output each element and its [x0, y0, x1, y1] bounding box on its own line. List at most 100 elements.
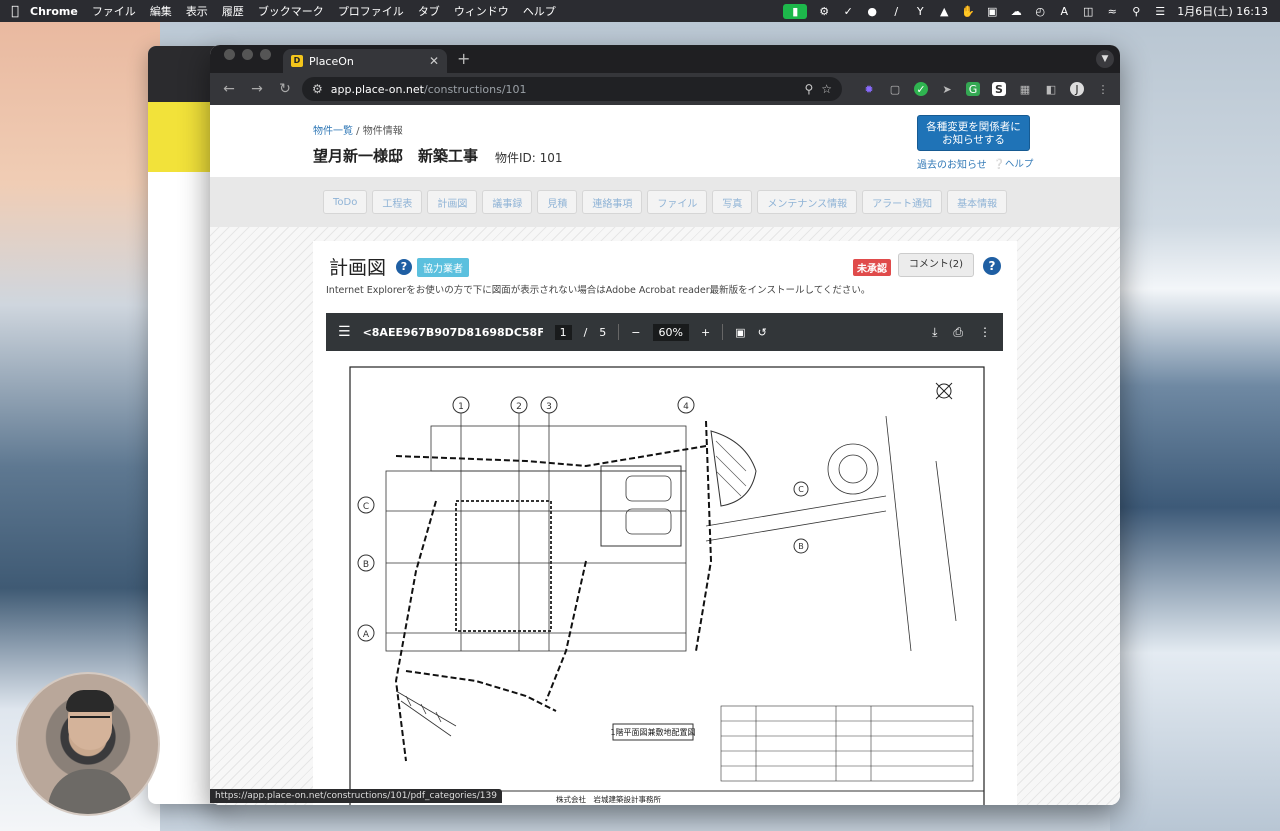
window-icon[interactable]: ▣: [985, 5, 999, 18]
extension-purple-icon[interactable]: ✹: [862, 82, 876, 96]
menubar-tab[interactable]: タブ: [418, 3, 440, 19]
extension-s-icon[interactable]: S: [992, 82, 1006, 96]
address-bar[interactable]: ⚙ app.place-on.net/constructions/101 ⚲ ☆: [302, 77, 842, 101]
menubar-clock[interactable]: 1月6日(土) 16:13: [1177, 3, 1268, 19]
breadcrumb-separator: /: [353, 126, 363, 137]
search-icon[interactable]: ⚲: [1129, 5, 1143, 18]
menubar-bookmarks[interactable]: ブックマーク: [258, 3, 324, 19]
cloud-icon[interactable]: ☁: [1009, 5, 1023, 18]
side-panel-icon[interactable]: ◧: [1044, 82, 1058, 96]
download-icon[interactable]: ⤓: [932, 325, 937, 340]
fork-icon[interactable]: Y: [913, 5, 927, 18]
menubar-edit[interactable]: 編集: [150, 3, 172, 19]
input-mode-icon[interactable]: A: [1057, 5, 1071, 18]
battery-icon[interactable]: ◫: [1081, 5, 1095, 18]
ie-notice: Internet Explorerをお使いの方で下に図面が表示されない場合はAd…: [326, 285, 871, 296]
question-circle-icon[interactable]: ?: [396, 259, 412, 275]
tab-files[interactable]: ファイル: [647, 190, 708, 214]
control-center-icon[interactable]: ☰: [1153, 5, 1167, 18]
gear-icon[interactable]: ⚙: [817, 5, 831, 18]
help-link[interactable]: ❔ヘルプ: [993, 156, 1033, 170]
page-separator: /: [583, 325, 588, 339]
minimize-window-icon[interactable]: [242, 49, 253, 60]
tab-alerts[interactable]: アラート通知: [862, 190, 943, 214]
more-vertical-icon[interactable]: ⋮: [979, 325, 991, 340]
check-circle-icon[interactable]: ✓: [841, 5, 855, 18]
menubar-file[interactable]: ファイル: [92, 3, 136, 19]
close-tab-icon[interactable]: ✕: [429, 54, 439, 68]
extension-cursor-icon[interactable]: ➤: [940, 82, 954, 96]
comment-button[interactable]: コメント(2): [898, 253, 974, 277]
tab-minutes[interactable]: 議事録: [482, 190, 533, 214]
hand-icon[interactable]: ✋: [961, 5, 975, 18]
grid-bubble-2: 2: [510, 396, 528, 414]
extension-google-icon[interactable]: G: [966, 82, 980, 96]
panel-title: 計画図: [329, 257, 387, 279]
arrow-up-icon[interactable]: ▲: [937, 5, 951, 18]
link-status-tooltip: https://app.place-on.net/constructions/1…: [210, 789, 502, 803]
help-question-icon[interactable]: ?: [983, 257, 1001, 275]
fit-page-icon[interactable]: ▣: [735, 326, 745, 339]
past-notices-link[interactable]: 過去のお知らせ: [917, 156, 987, 171]
breadcrumb: 物件一覧 / 物件情報: [313, 122, 403, 137]
zoom-search-icon[interactable]: ⚲: [804, 82, 813, 96]
breadcrumb-property-list[interactable]: 物件一覧: [313, 126, 353, 137]
page-number-input[interactable]: 1: [554, 324, 572, 340]
screen-record-icon[interactable]: ▮: [783, 3, 808, 19]
menubar-profile[interactable]: プロファイル: [338, 3, 404, 19]
notify-stakeholders-button[interactable]: 各種変更を関係者に お知らせする: [917, 115, 1030, 151]
grid-bubble-c-right: C: [793, 481, 809, 497]
wifi-icon[interactable]: ≈: [1105, 5, 1119, 18]
extensions-puzzle-icon[interactable]: ▦: [1018, 82, 1032, 96]
tab-estimate[interactable]: 見積: [537, 190, 578, 214]
menubar-app-name[interactable]: Chrome: [30, 5, 78, 18]
grid-bubble-3: 3: [540, 396, 558, 414]
zoom-in-icon[interactable]: +: [701, 326, 710, 339]
maximize-window-icon[interactable]: [260, 49, 271, 60]
print-icon[interactable]: ⎙: [953, 325, 963, 340]
menubar-window[interactable]: ウィンドウ: [454, 3, 509, 19]
more-menu-icon[interactable]: ⋮: [1096, 82, 1110, 96]
profile-avatar-icon[interactable]: J: [1070, 82, 1084, 96]
forward-arrow-icon[interactable]: →: [246, 81, 268, 97]
notification-icon[interactable]: ●: [865, 5, 879, 18]
chevron-down-icon[interactable]: ▼: [1096, 50, 1114, 68]
apple-icon[interactable]: : [0, 4, 30, 19]
svg-text:3: 3: [546, 402, 552, 412]
extension-crop-icon[interactable]: ▢: [888, 82, 902, 96]
tab-photos[interactable]: 写真: [712, 190, 753, 214]
extension-green-check-icon[interactable]: ✓: [914, 82, 928, 96]
close-window-icon[interactable]: [224, 49, 235, 60]
clock-icon[interactable]: ◴: [1033, 5, 1047, 18]
reload-icon[interactable]: ↻: [274, 81, 296, 97]
tab-bar: D PlaceOn ✕ + ▼: [210, 45, 1120, 73]
tab-basic-info[interactable]: 基本情報: [947, 190, 1008, 214]
back-arrow-icon[interactable]: ←: [218, 81, 240, 97]
webcam-person-hair: [66, 690, 114, 712]
tab-plan-drawings[interactable]: 計画図: [427, 190, 478, 214]
tab-maintenance[interactable]: メンテナンス情報: [757, 190, 858, 214]
menu-hamburger-icon[interactable]: ☰: [338, 324, 351, 340]
rotate-icon[interactable]: ↺: [758, 326, 767, 339]
menubar-view[interactable]: 表示: [186, 3, 208, 19]
slash-icon[interactable]: ∕: [889, 5, 903, 18]
url-text: app.place-on.net/constructions/101: [330, 82, 527, 96]
zoom-out-icon[interactable]: −: [631, 326, 640, 339]
tab-placeon[interactable]: D PlaceOn ✕: [283, 49, 447, 73]
tab-schedule[interactable]: 工程表: [372, 190, 423, 214]
notify-button-line2: お知らせする: [942, 134, 1005, 146]
svg-text:C: C: [363, 502, 369, 512]
bookmark-star-icon[interactable]: ☆: [821, 82, 832, 96]
tab-todo[interactable]: ToDo: [323, 190, 368, 214]
new-tab-icon[interactable]: +: [447, 49, 480, 73]
status-badge: 未承認: [853, 259, 891, 276]
menubar-history[interactable]: 履歴: [222, 3, 244, 19]
tab-messages[interactable]: 連絡事項: [582, 190, 643, 214]
site-settings-icon[interactable]: ⚙: [312, 82, 323, 96]
menubar-help[interactable]: ヘルプ: [523, 3, 556, 19]
grid-bubble-b: B: [357, 554, 375, 572]
webcam-overlay: [16, 672, 160, 816]
pdf-toolbar: ☰ <8AEE967B907D81698DC58F4981... 1 / 5 −…: [326, 313, 1003, 351]
pdf-viewer[interactable]: ☰ <8AEE967B907D81698DC58F4981... 1 / 5 −…: [326, 313, 1003, 805]
zoom-level-input[interactable]: 60%: [652, 323, 689, 341]
